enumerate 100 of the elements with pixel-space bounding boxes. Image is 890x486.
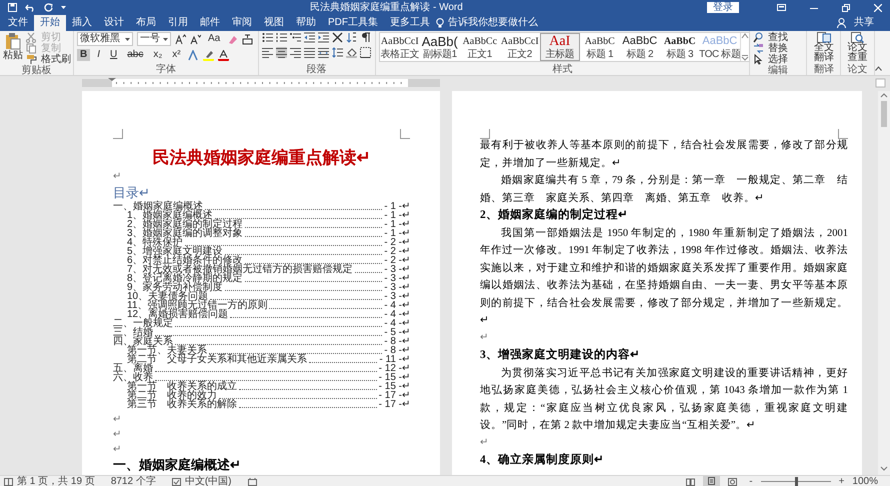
toc-entry[interactable]: 五、离婚	[113, 364, 153, 373]
paintbrush-icon[interactable]	[26, 54, 37, 65]
line-spacing-icon[interactable]	[332, 47, 343, 58]
font-color-icon[interactable]	[218, 50, 229, 60]
document-search-icon[interactable]	[851, 32, 864, 43]
more-styles-icon[interactable]	[740, 55, 749, 61]
ribbon-tab[interactable]: 引用	[162, 15, 194, 31]
ribbon-button[interactable]: 选择	[768, 54, 788, 65]
format-button[interactable]: x²	[169, 49, 184, 61]
ribbon-tab[interactable]: 审阅	[226, 15, 258, 31]
cursor-icon[interactable]	[752, 54, 764, 65]
toc-entry[interactable]: 1、婚姻家庭编概述	[127, 211, 213, 220]
toc-entry[interactable]: 第三节 收养关系的解除	[127, 400, 237, 409]
toc-entry[interactable]: 6、对禁止结婚条件的修改	[127, 256, 243, 265]
format-button[interactable]: x₂	[150, 49, 166, 61]
translate-icon[interactable]	[816, 32, 831, 43]
ribbon-tab[interactable]: 开始	[34, 15, 66, 31]
text-effects-icon[interactable]	[188, 50, 199, 60]
paste-button[interactable]: 粘贴	[3, 50, 23, 61]
ribbon-tab[interactable]: 视图	[258, 15, 290, 31]
style-item[interactable]: AaI 主标题	[540, 33, 580, 61]
paragraph-mark-icon[interactable]	[360, 32, 371, 43]
lightbulb-icon[interactable]	[436, 18, 444, 28]
zoom-in-button[interactable]: +	[838, 476, 844, 486]
ribbon-tab[interactable]: 文件	[2, 15, 34, 31]
sign-in-button[interactable]: 登录	[707, 2, 739, 13]
format-button[interactable]: I	[94, 49, 104, 61]
toc-entry[interactable]: 8、登记离婚冷静期的规定	[127, 274, 243, 283]
decrease-indent-icon[interactable]	[304, 32, 315, 43]
ribbon-tab[interactable]: PDF工具集	[322, 15, 384, 31]
shading-icon[interactable]	[346, 47, 357, 58]
ribbon-tab[interactable]: 邮件	[194, 15, 226, 31]
word-count[interactable]: 8712 个字	[110, 476, 156, 486]
ribbon-display-icon[interactable]	[777, 4, 786, 11]
web-layout-icon[interactable]	[728, 478, 738, 486]
search-icon[interactable]	[752, 32, 764, 43]
ribbon-button[interactable]: 格式刷	[41, 54, 71, 65]
toc-entry[interactable]: 第二节 收养的效力	[127, 391, 217, 400]
shrink-font-icon[interactable]	[190, 34, 201, 44]
scissors-icon[interactable]	[26, 32, 37, 43]
font-name-field[interactable]: 微软雅黑	[77, 32, 133, 46]
toc-entry[interactable]: 11、强调照顾无过错一方的原则	[127, 301, 268, 310]
multilevel-list-icon[interactable]	[290, 32, 301, 43]
undo-icon[interactable]	[25, 3, 36, 12]
distributed-icon[interactable]	[318, 47, 329, 58]
collapse-ribbon-icon[interactable]	[875, 66, 882, 71]
ribbon-tab[interactable]: 布局	[130, 15, 162, 31]
toc-entry[interactable]: 12、离婚损害赔偿问题	[127, 310, 228, 319]
full-text-translate-button[interactable]: 全文翻译	[812, 43, 835, 63]
toc-entry[interactable]: 2、婚姻家庭编的制定过程	[127, 220, 243, 229]
toc-entry[interactable]: 10、夫妻债务问题	[127, 292, 208, 301]
toc-entry[interactable]: 三、结婚	[113, 328, 153, 337]
align-right-icon[interactable]	[290, 47, 301, 58]
style-item[interactable]: AaBbC 标题 2	[620, 33, 660, 61]
ribbon-tab[interactable]: 设计	[98, 15, 130, 31]
zoom-out-button[interactable]: -	[749, 476, 753, 486]
increase-indent-icon[interactable]	[318, 32, 329, 43]
save-icon[interactable]	[8, 3, 17, 12]
restore-icon[interactable]	[842, 4, 850, 12]
ribbon-button[interactable]: 查找	[768, 32, 788, 43]
change-case-button[interactable]: Aa	[205, 33, 224, 45]
document-view-icon[interactable]	[4, 478, 13, 486]
ribbon-button[interactable]: 替换	[768, 43, 788, 54]
redo-icon[interactable]	[44, 3, 53, 12]
slider-thumb[interactable]	[794, 477, 798, 486]
language-indicator[interactable]: 中文(中国)	[184, 476, 232, 486]
scroll-up-icon[interactable]	[740, 33, 749, 39]
ribbon-tab[interactable]: 帮助	[290, 15, 322, 31]
toc-entry[interactable]: 一、婚姻家庭编概述	[113, 202, 203, 211]
numbered-list-icon[interactable]	[276, 32, 287, 43]
close-icon[interactable]	[874, 4, 882, 12]
asian-layout-icon[interactable]	[332, 32, 343, 43]
sort-icon[interactable]	[346, 32, 357, 43]
ribbon-tab[interactable]: 插入	[66, 15, 98, 31]
borders-icon[interactable]	[360, 47, 371, 58]
toc-entry[interactable]: 二、一般规定	[113, 319, 173, 328]
copy-icon[interactable]	[26, 43, 37, 54]
paste-icon[interactable]	[5, 32, 21, 50]
person-icon[interactable]	[837, 18, 846, 28]
toc-entry[interactable]: 4、特殊保护	[127, 238, 183, 247]
print-layout-button[interactable]	[703, 476, 720, 486]
format-button[interactable]: abc	[124, 49, 146, 61]
align-left-icon[interactable]	[262, 47, 273, 58]
format-button[interactable]: U	[107, 49, 120, 61]
toc-entry[interactable]: 7、对无效或者被撤销婚姻无过错方的损害赔偿规定	[127, 265, 353, 274]
read-mode-icon[interactable]	[686, 478, 696, 486]
font-size-field[interactable]: 一号	[137, 32, 171, 46]
toc-entry[interactable]: 第一节、夫妻关系	[127, 346, 207, 355]
toc-entry[interactable]: 3、婚姻家庭编的调整对象	[127, 229, 243, 238]
justify-icon[interactable]	[304, 47, 315, 58]
replace-icon[interactable]	[752, 43, 764, 54]
customize-caret-icon[interactable]	[61, 6, 66, 10]
grow-font-icon[interactable]	[175, 34, 186, 44]
highlighter-icon[interactable]	[202, 50, 214, 60]
ribbon-tab[interactable]: 更多工具	[384, 15, 436, 31]
phonetic-guide-icon[interactable]	[242, 34, 254, 44]
macro-icon[interactable]	[248, 478, 257, 486]
zoom-level[interactable]: 100%	[852, 476, 886, 486]
align-center-icon[interactable]	[276, 47, 287, 58]
style-item[interactable]: AaBbC TOC 标题	[700, 33, 740, 61]
